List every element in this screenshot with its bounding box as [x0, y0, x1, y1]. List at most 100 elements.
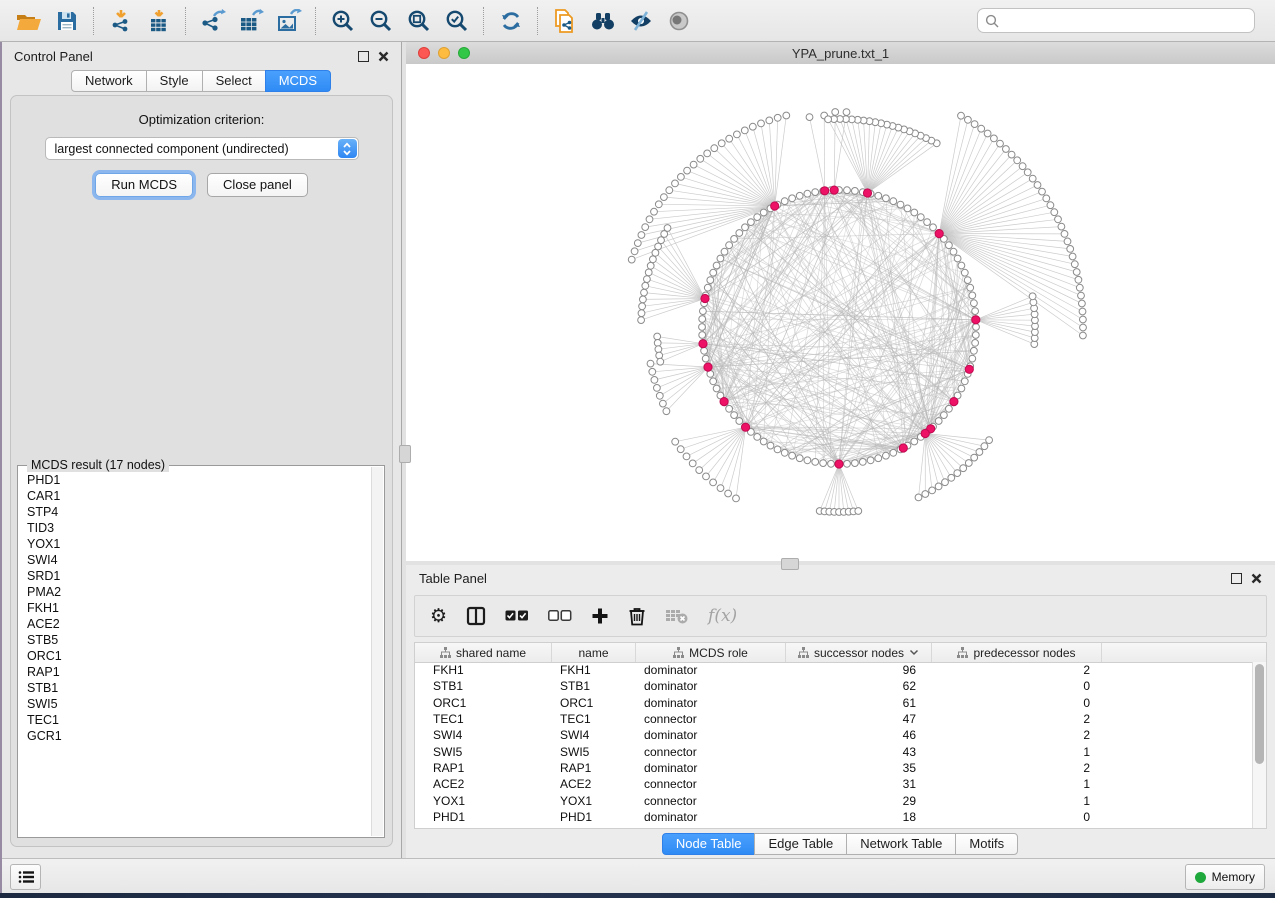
table-row[interactable]: YOX1YOX1connector291 — [415, 792, 1253, 808]
table-row[interactable]: FKH1FKH1dominator962 — [415, 662, 1253, 678]
toggle-columns-button[interactable] — [466, 603, 486, 629]
select-all-button[interactable] — [505, 603, 529, 629]
cell-name: ORC1 — [552, 696, 636, 710]
cell-predecessor-nodes: 1 — [932, 794, 1102, 808]
float-panel-icon[interactable] — [358, 51, 369, 62]
search-input[interactable] — [1004, 13, 1247, 29]
network-canvas[interactable] — [406, 64, 1275, 561]
mcds-result-item[interactable]: TID3 — [27, 520, 371, 536]
mcds-result-item[interactable]: STB1 — [27, 680, 371, 696]
row-menu-button[interactable] — [10, 864, 41, 890]
close-panel-icon[interactable] — [378, 51, 389, 62]
horizontal-splitter[interactable] — [406, 561, 1275, 565]
mcds-result-item[interactable]: PMA2 — [27, 584, 371, 600]
hide-panels-button[interactable] — [622, 4, 660, 38]
tab-style[interactable]: Style — [146, 70, 203, 92]
tab-select[interactable]: Select — [202, 70, 266, 92]
mcds-result-item[interactable]: SWI4 — [27, 552, 371, 568]
cell-predecessor-nodes: 1 — [932, 777, 1102, 791]
mcds-result-item[interactable]: FKH1 — [27, 600, 371, 616]
clone-network-button[interactable] — [546, 4, 584, 38]
mcds-result-item[interactable]: ACE2 — [27, 616, 371, 632]
column-header-successor-nodes[interactable]: successor nodes — [786, 643, 932, 662]
column-header-mcds-role[interactable]: MCDS role — [636, 643, 786, 662]
status-bar: Memory — [0, 858, 1275, 893]
float-panel-icon[interactable] — [1231, 573, 1242, 584]
tab-motifs[interactable]: Motifs — [955, 833, 1018, 855]
close-panel-icon[interactable] — [1251, 573, 1262, 584]
cell-successor-nodes: 29 — [786, 794, 932, 808]
zoom-fit-icon — [407, 9, 431, 33]
cell-mcds-role: dominator — [636, 728, 786, 742]
cell-name: RAP1 — [552, 761, 636, 775]
save-session-button[interactable] — [48, 4, 86, 38]
deselect-all-button[interactable] — [548, 603, 572, 629]
tab-edge-table[interactable]: Edge Table — [754, 833, 847, 855]
zoom-fit-button[interactable] — [400, 4, 438, 38]
mcds-result-item[interactable]: STP4 — [27, 504, 371, 520]
memory-button[interactable]: Memory — [1185, 864, 1265, 890]
search-box[interactable] — [977, 8, 1255, 33]
table-options-button[interactable]: ⚙ — [430, 603, 447, 629]
splitter-handle[interactable] — [399, 445, 411, 463]
mcds-result-item[interactable]: SRD1 — [27, 568, 371, 584]
search-network-button[interactable] — [584, 4, 622, 38]
zoom-out-button[interactable] — [362, 4, 400, 38]
import-table-button[interactable] — [140, 4, 178, 38]
table-row[interactable]: ORC1ORC1dominator610 — [415, 695, 1253, 711]
mcds-result-item[interactable]: CAR1 — [27, 488, 371, 504]
tab-node-table[interactable]: Node Table — [662, 833, 756, 855]
zoom-selected-button[interactable] — [438, 4, 476, 38]
table-row[interactable]: PHD1PHD1dominator180 — [415, 809, 1253, 825]
table-row[interactable]: ACE2ACE2connector311 — [415, 776, 1253, 792]
export-table-button[interactable] — [232, 4, 270, 38]
tab-network[interactable]: Network — [71, 70, 147, 92]
mcds-result-list[interactable]: PHD1CAR1STP4TID3YOX1SWI4SRD1PMA2FKH1ACE2… — [18, 470, 371, 835]
zoom-in-button[interactable] — [324, 4, 362, 38]
table-row[interactable]: SWI5SWI5connector431 — [415, 743, 1253, 759]
table-row[interactable]: RAP1RAP1dominator352 — [415, 760, 1253, 776]
mcds-result-item[interactable]: ORC1 — [27, 648, 371, 664]
column-header-shared-name[interactable]: shared name — [415, 643, 552, 662]
add-button[interactable] — [591, 603, 609, 629]
mcds-result-item[interactable]: SWI5 — [27, 696, 371, 712]
table-row[interactable]: SWI4SWI4dominator462 — [415, 727, 1253, 743]
table-row[interactable]: TEC1TEC1connector472 — [415, 711, 1253, 727]
splitter-handle[interactable] — [781, 558, 799, 570]
attribute-icon — [957, 647, 968, 658]
mcds-result-item[interactable]: YOX1 — [27, 536, 371, 552]
apply-layout-button[interactable] — [492, 4, 530, 38]
tab-mcds[interactable]: MCDS — [265, 70, 331, 92]
mcds-result-scrollbar[interactable] — [371, 467, 383, 836]
table-scrollbar[interactable] — [1252, 662, 1266, 828]
optimization-select[interactable]: largest connected component (undirected) — [45, 137, 359, 160]
run-mcds-button[interactable]: Run MCDS — [95, 173, 193, 197]
mcds-result-item[interactable]: STB5 — [27, 632, 371, 648]
delete-button[interactable] — [628, 603, 646, 629]
import-network-button[interactable] — [102, 4, 140, 38]
function-builder-button[interactable]: f(x) — [708, 603, 737, 629]
cell-successor-nodes: 31 — [786, 777, 932, 791]
close-panel-button[interactable]: Close panel — [207, 173, 308, 197]
table-row[interactable]: STB1STB1dominator620 — [415, 678, 1253, 694]
cell-successor-nodes: 62 — [786, 679, 932, 693]
column-header-predecessor-nodes[interactable]: predecessor nodes — [932, 643, 1102, 662]
network-window-titlebar[interactable]: YPA_prune.txt_1 — [406, 42, 1275, 65]
column-header-name[interactable]: name — [552, 643, 636, 662]
show-panels-button[interactable] — [660, 4, 698, 38]
export-image-button[interactable] — [270, 4, 308, 38]
vertical-splitter[interactable] — [402, 42, 406, 858]
network-window: YPA_prune.txt_1 — [406, 42, 1275, 561]
tab-network-table[interactable]: Network Table — [846, 833, 956, 855]
mcds-result-item[interactable]: PHD1 — [27, 472, 371, 488]
mcds-result-item[interactable]: RAP1 — [27, 664, 371, 680]
cell-predecessor-nodes: 2 — [932, 712, 1102, 726]
scrollbar-thumb[interactable] — [1255, 664, 1264, 764]
mcds-result-item[interactable]: GCR1 — [27, 728, 371, 744]
main-toolbar — [0, 0, 1275, 42]
export-network-button[interactable] — [194, 4, 232, 38]
open-session-button[interactable] — [10, 4, 48, 38]
destroy-table-button[interactable] — [665, 603, 689, 629]
mcds-result-item[interactable]: TEC1 — [27, 712, 371, 728]
attribute-icon — [798, 647, 809, 658]
